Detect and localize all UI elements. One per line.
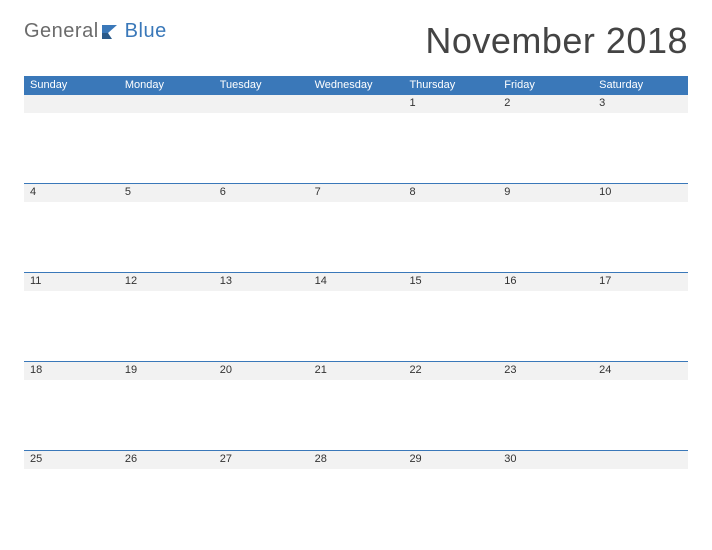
- day-number: 29: [403, 451, 498, 469]
- day-cell: 22: [403, 362, 498, 450]
- logo-word-2: Blue: [125, 20, 167, 43]
- day-number: [24, 95, 119, 113]
- day-number: 12: [119, 273, 214, 291]
- day-cell: 20: [214, 362, 309, 450]
- day-number: 5: [119, 184, 214, 202]
- day-number: [593, 451, 688, 469]
- day-number: 25: [24, 451, 119, 469]
- day-cell: 27: [214, 451, 309, 539]
- day-number: 21: [309, 362, 404, 380]
- day-number: 17: [593, 273, 688, 291]
- day-cell: 4: [24, 184, 119, 272]
- day-number: [119, 95, 214, 113]
- day-cell: 9: [498, 184, 593, 272]
- day-cell: 28: [309, 451, 404, 539]
- day-number: [309, 95, 404, 113]
- day-cell: 7: [309, 184, 404, 272]
- day-cell: [119, 95, 214, 183]
- day-number: 23: [498, 362, 593, 380]
- day-header: Thursday: [403, 76, 498, 94]
- day-header: Wednesday: [309, 76, 404, 94]
- day-cell: [593, 451, 688, 539]
- day-header: Friday: [498, 76, 593, 94]
- day-cell: 29: [403, 451, 498, 539]
- week-row: 11 12 13 14 15 16 17: [24, 272, 688, 361]
- day-cell: 2: [498, 95, 593, 183]
- day-cell: 5: [119, 184, 214, 272]
- day-cell: 16: [498, 273, 593, 361]
- day-number: 18: [24, 362, 119, 380]
- day-number: 26: [119, 451, 214, 469]
- day-cell: 3: [593, 95, 688, 183]
- day-number: 2: [498, 95, 593, 113]
- week-row: 25 26 27 28 29 30: [24, 450, 688, 539]
- day-cell: 23: [498, 362, 593, 450]
- logo-flag-icon: [102, 25, 120, 39]
- day-header: Monday: [119, 76, 214, 94]
- logo-word-1: General: [24, 20, 99, 43]
- day-header: Tuesday: [214, 76, 309, 94]
- day-cell: 10: [593, 184, 688, 272]
- week-row: 1 2 3: [24, 94, 688, 183]
- day-header: Sunday: [24, 76, 119, 94]
- day-cell: 21: [309, 362, 404, 450]
- day-cell: 12: [119, 273, 214, 361]
- day-number: 16: [498, 273, 593, 291]
- day-number: 14: [309, 273, 404, 291]
- calendar: Sunday Monday Tuesday Wednesday Thursday…: [24, 76, 688, 539]
- day-cell: [24, 95, 119, 183]
- day-cell: 1: [403, 95, 498, 183]
- day-cell: 13: [214, 273, 309, 361]
- week-row: 4 5 6 7 8 9 10: [24, 183, 688, 272]
- day-number: 4: [24, 184, 119, 202]
- day-header-row: Sunday Monday Tuesday Wednesday Thursday…: [24, 76, 688, 94]
- header: General Blue November 2018: [24, 20, 688, 62]
- day-number: 30: [498, 451, 593, 469]
- day-number: 13: [214, 273, 309, 291]
- day-number: 6: [214, 184, 309, 202]
- calendar-title: November 2018: [425, 20, 688, 62]
- day-cell: [214, 95, 309, 183]
- day-number: 28: [309, 451, 404, 469]
- day-number: 3: [593, 95, 688, 113]
- day-cell: 30: [498, 451, 593, 539]
- day-number: 27: [214, 451, 309, 469]
- day-number: 22: [403, 362, 498, 380]
- day-cell: 25: [24, 451, 119, 539]
- day-cell: 14: [309, 273, 404, 361]
- day-cell: 26: [119, 451, 214, 539]
- day-cell: 17: [593, 273, 688, 361]
- day-cell: 24: [593, 362, 688, 450]
- day-header: Saturday: [593, 76, 688, 94]
- day-cell: 15: [403, 273, 498, 361]
- logo: General Blue: [24, 20, 167, 43]
- day-number: 15: [403, 273, 498, 291]
- day-cell: 8: [403, 184, 498, 272]
- day-number: 20: [214, 362, 309, 380]
- day-cell: 18: [24, 362, 119, 450]
- day-number: 10: [593, 184, 688, 202]
- day-number: 8: [403, 184, 498, 202]
- day-number: 19: [119, 362, 214, 380]
- day-cell: 19: [119, 362, 214, 450]
- week-row: 18 19 20 21 22 23 24: [24, 361, 688, 450]
- day-number: [214, 95, 309, 113]
- day-number: 9: [498, 184, 593, 202]
- day-number: 11: [24, 273, 119, 291]
- day-cell: [309, 95, 404, 183]
- day-number: 24: [593, 362, 688, 380]
- day-number: 1: [403, 95, 498, 113]
- day-number: 7: [309, 184, 404, 202]
- day-cell: 11: [24, 273, 119, 361]
- day-cell: 6: [214, 184, 309, 272]
